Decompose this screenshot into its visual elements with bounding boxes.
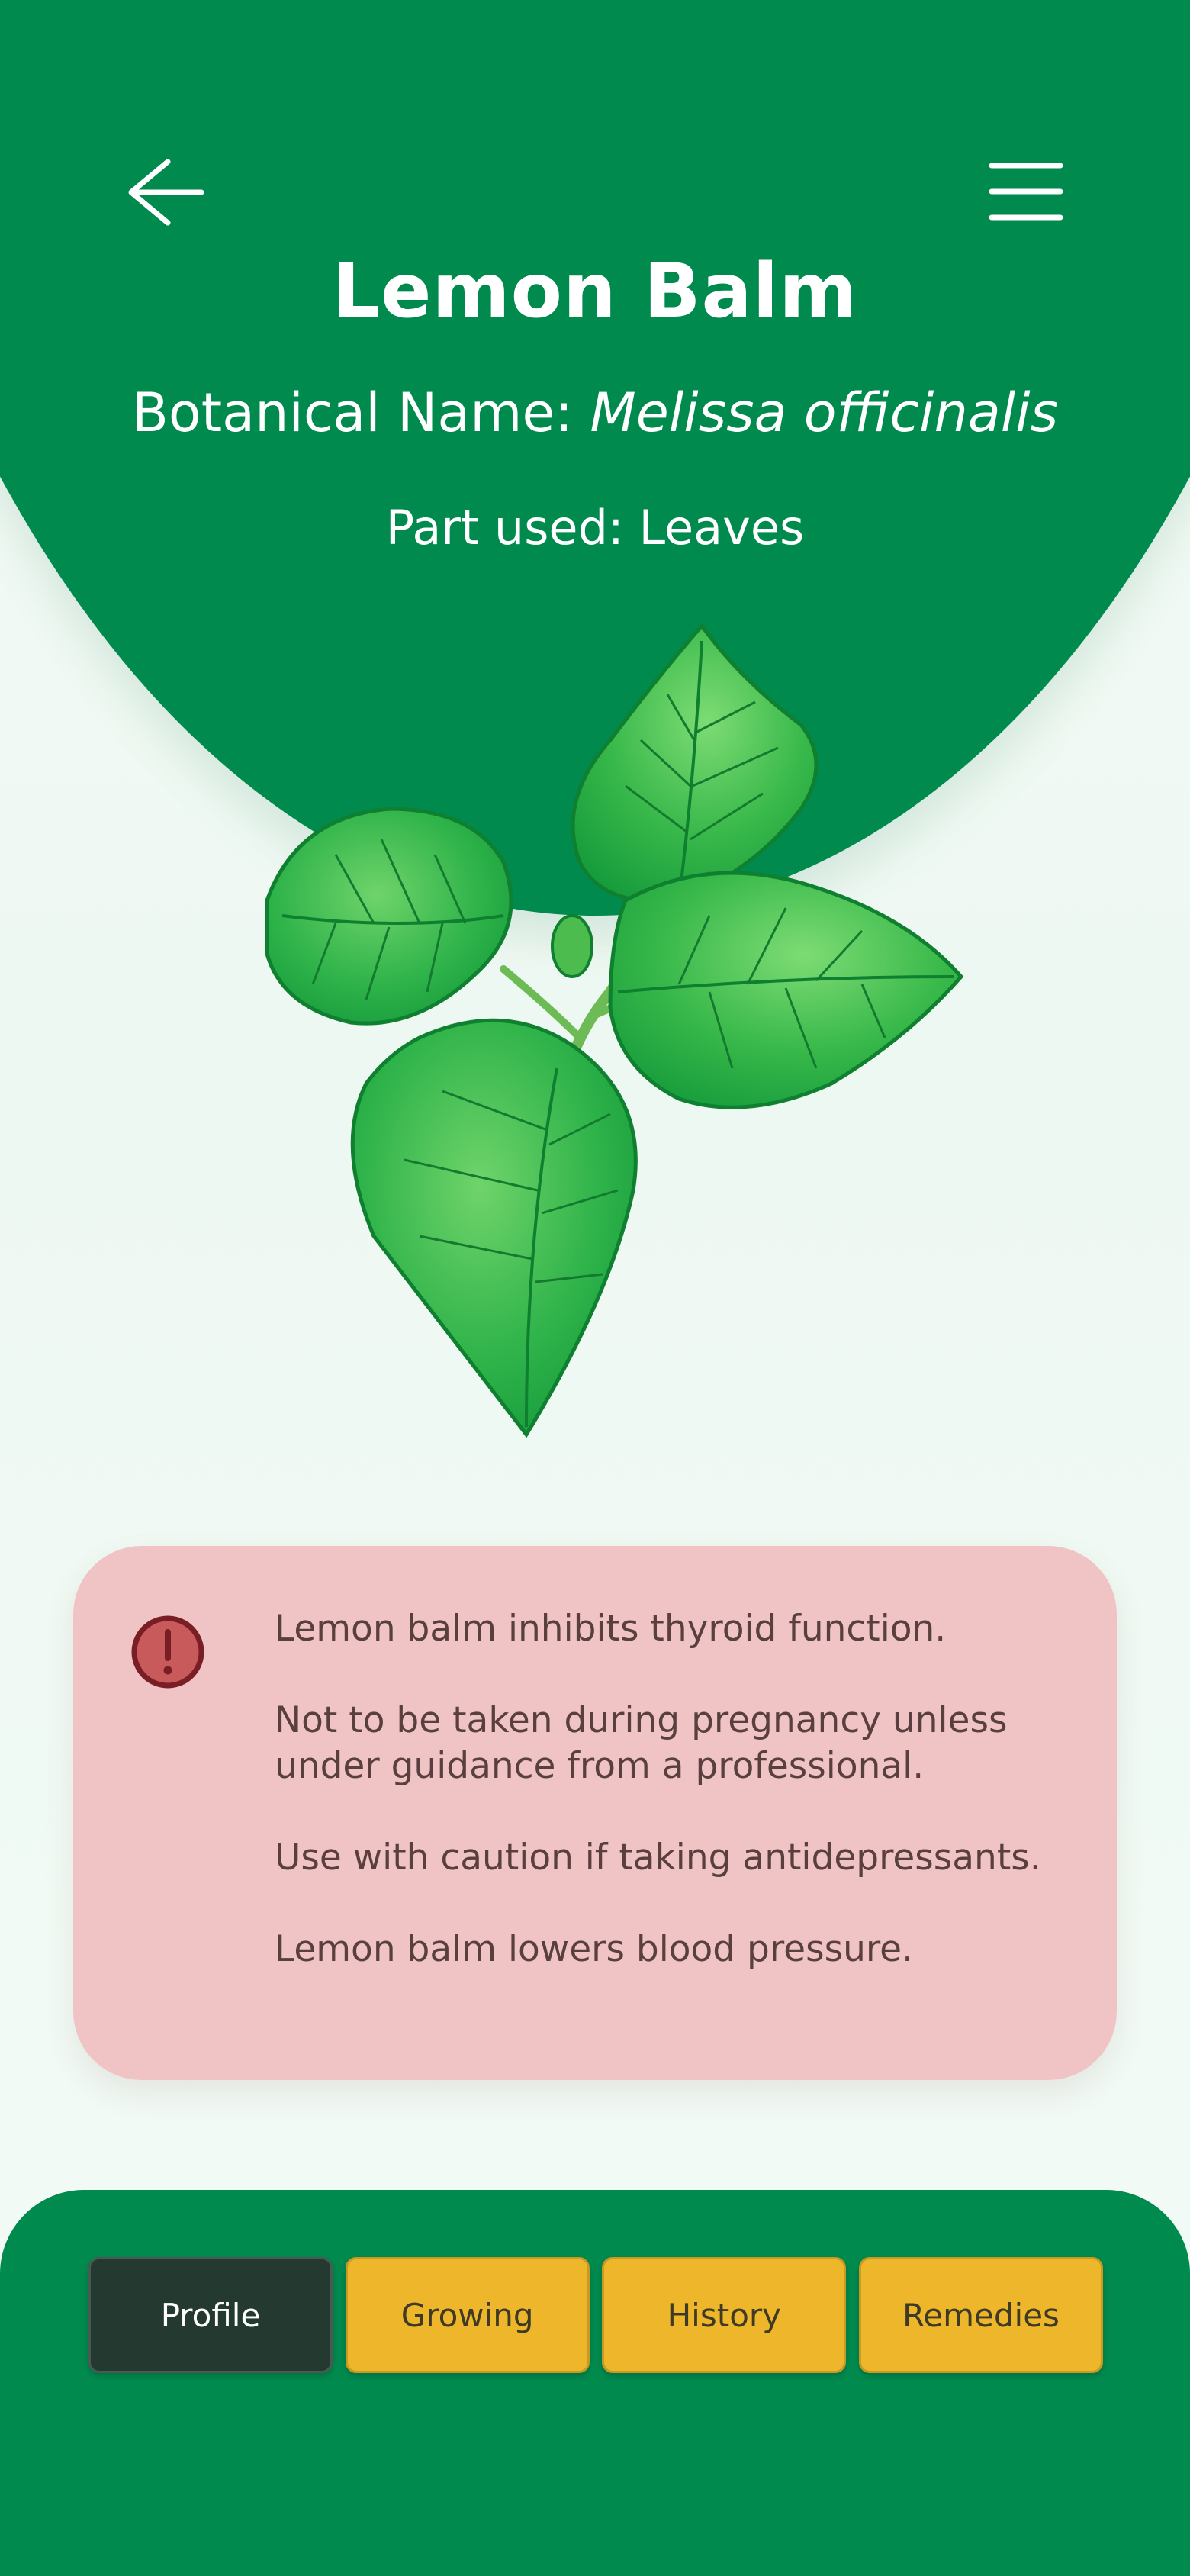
botanical-label: Botanical Name: xyxy=(131,382,590,444)
warning-item: Not to be taken during pregnancy unless … xyxy=(275,1699,1008,1787)
botanical-latin-name: Melissa officinalis xyxy=(590,382,1059,444)
botanical-name: Botanical Name: Melissa officinalis xyxy=(0,382,1190,444)
warning-item: Use with caution if taking antidepressan… xyxy=(275,1837,1041,1879)
tab-history[interactable]: History xyxy=(602,2257,847,2373)
alert-exclamation-icon xyxy=(130,1614,206,1690)
page-title: Lemon Balm xyxy=(332,248,858,335)
tab-remedies[interactable]: Remedies xyxy=(858,2257,1103,2373)
tab-growing[interactable]: Growing xyxy=(345,2257,590,2373)
lemon-balm-plant-illustration xyxy=(265,622,964,1438)
part-used: Part used: Leaves xyxy=(385,500,805,555)
warning-item: Lemon balm inhibits thyroid function. xyxy=(275,1608,947,1650)
hamburger-menu-icon xyxy=(989,163,1063,221)
warning-list: Lemon balm inhibits thyroid function. No… xyxy=(275,1606,1083,2018)
plant-profile-screen: Lemon Balm Botanical Name: Melissa offic… xyxy=(0,0,1190,2576)
bottom-tab-bar xyxy=(0,2190,1190,2576)
arrow-left-icon xyxy=(128,159,204,226)
menu-button[interactable] xyxy=(984,156,1068,225)
warning-item: Lemon balm lowers blood pressure. xyxy=(275,1928,914,1970)
back-button[interactable] xyxy=(122,153,206,229)
tab-group: Profile Growing History Remedies xyxy=(88,2257,1103,2373)
tab-profile[interactable]: Profile xyxy=(88,2257,333,2373)
